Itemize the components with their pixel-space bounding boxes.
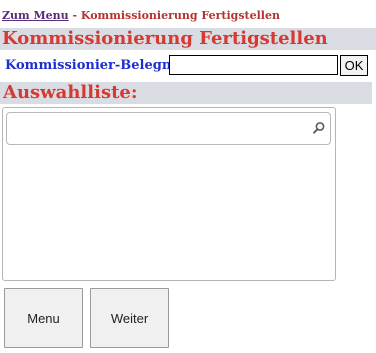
list-search-box[interactable]	[6, 112, 331, 145]
belegnr-row: Kommissionier-Belegnr: OK	[0, 54, 376, 76]
selection-list[interactable]	[2, 107, 336, 281]
menu-button[interactable]: Menu	[4, 288, 83, 348]
next-button[interactable]: Weiter	[90, 288, 169, 348]
search-icon[interactable]	[312, 121, 326, 135]
breadcrumb: Zum Menu - Kommissionierung Fertigstelle…	[0, 0, 376, 24]
selection-list-heading: Auswahlliste:	[0, 82, 372, 104]
list-search-input[interactable]	[11, 118, 307, 140]
belegnr-input[interactable]	[169, 55, 338, 75]
breadcrumb-menu-link[interactable]: Zum Menu	[2, 9, 69, 22]
ok-button[interactable]: OK	[340, 55, 368, 76]
page-title: Kommissionierung Fertigstellen	[0, 28, 376, 50]
breadcrumb-separator: -	[68, 9, 81, 22]
belegnr-label: Kommissionier-Belegnr:	[5, 58, 183, 73]
breadcrumb-current: Kommissionierung Fertigstellen	[80, 9, 280, 22]
